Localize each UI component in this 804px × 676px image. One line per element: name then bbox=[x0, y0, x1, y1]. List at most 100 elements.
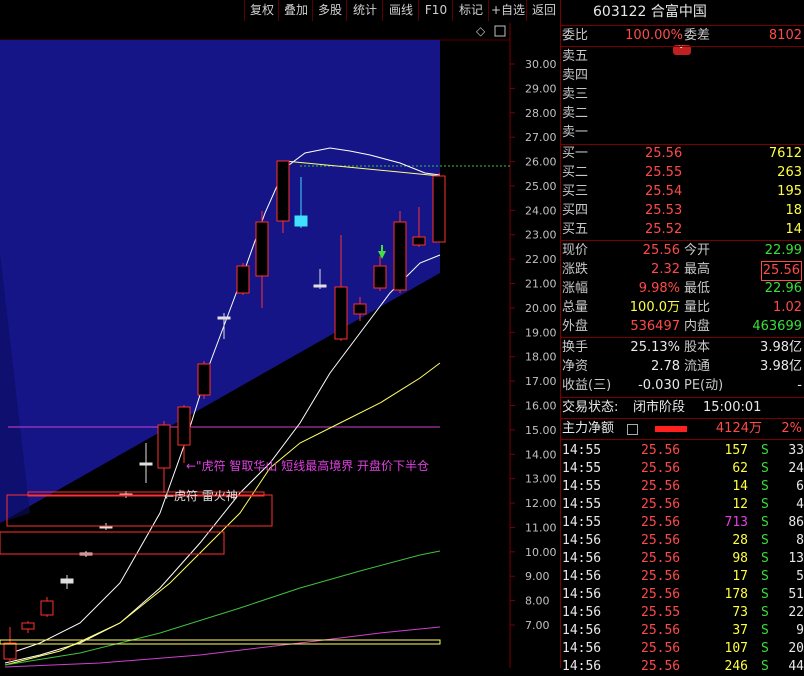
tick-row: 14:56 25.55 73 S 22 bbox=[561, 604, 804, 622]
tick-time: 14:56 bbox=[562, 623, 602, 638]
stock-code: 603122 bbox=[593, 4, 647, 20]
candle-body bbox=[139, 462, 153, 466]
diamond-icon[interactable]: ◇ bbox=[476, 24, 486, 38]
tick-side: S bbox=[761, 551, 769, 566]
toolbar-f10-button[interactable]: F10 bbox=[418, 0, 453, 21]
tick-row: 14:56 25.56 178 S 51 bbox=[561, 586, 804, 604]
buy-label: 买四 bbox=[562, 203, 589, 218]
y-axis-label: 30.00 bbox=[525, 58, 557, 71]
annotation-huofu-1: ←"虎符 智取华山 短线最高境界 开盘价下半仓 bbox=[186, 458, 429, 473]
y-axis-label: 29.00 bbox=[525, 82, 557, 95]
tick-row: 14:56 25.56 107 S 20 bbox=[561, 640, 804, 658]
main-flow-label: 主力净额 bbox=[562, 421, 615, 436]
stat2-row: 换手 25.13% 股本 3.98亿 bbox=[561, 339, 804, 357]
tick-price: 25.56 bbox=[641, 641, 681, 656]
sell-row: 卖四 bbox=[561, 67, 804, 85]
candle-body bbox=[217, 316, 231, 320]
tick-volume: 73 bbox=[732, 605, 748, 620]
toolbar-add-watchlist-button[interactable]: +自选 bbox=[488, 0, 527, 21]
kline-chart[interactable]: 30.00 29.00 28.00 27.00 26.00 25.00 24.00 23.00… bbox=[0, 23, 560, 668]
stat-label: 总量 bbox=[562, 300, 589, 315]
tick-count: 22 bbox=[788, 605, 804, 620]
stat2-label: PE(动) bbox=[684, 378, 724, 393]
sell-row: 卖五 bbox=[561, 48, 804, 66]
tick-volume: 17 bbox=[732, 569, 748, 584]
candle-body bbox=[393, 221, 407, 291]
sell-row: 卖一 bbox=[561, 124, 804, 142]
stat2-value: - bbox=[797, 378, 802, 393]
tick-row: 14:56 25.56 37 S 9 bbox=[561, 622, 804, 640]
toolbar-back-button[interactable]: 返回 bbox=[526, 0, 561, 21]
divider bbox=[561, 46, 804, 47]
tick-volume: 28 bbox=[732, 533, 748, 548]
divider bbox=[561, 439, 804, 440]
toolbar-stats-button[interactable]: 统计 bbox=[346, 0, 383, 21]
toolbar-multistock-button[interactable]: 多股 bbox=[312, 0, 347, 21]
tick-volume: 246 bbox=[724, 659, 748, 674]
candle-body bbox=[353, 303, 367, 315]
stat2-label: 收益(三) bbox=[562, 378, 612, 393]
main-flow-row[interactable]: 主力净额 4124万 2% bbox=[561, 420, 804, 438]
y-axis-label: 25.00 bbox=[525, 180, 557, 193]
stat2-value: 3.98亿 bbox=[760, 340, 802, 355]
list-icon[interactable] bbox=[627, 424, 638, 435]
tick-side: S bbox=[761, 533, 769, 548]
candle-body bbox=[236, 265, 250, 294]
candle-body bbox=[40, 600, 54, 616]
tick-volume: 14 bbox=[732, 479, 748, 494]
tick-row: 14:55 25.56 12 S 4 bbox=[561, 496, 804, 514]
tick-count: 5 bbox=[796, 569, 804, 584]
tick-side: S bbox=[761, 497, 769, 512]
ma-line-5 bbox=[4, 626, 441, 668]
tick-count: 44 bbox=[788, 659, 804, 674]
toolbar-drawline-button[interactable]: 画线 bbox=[382, 0, 419, 21]
y-axis-label: 8.00 bbox=[525, 595, 550, 608]
toolbar-mark-button[interactable]: 标记 bbox=[452, 0, 489, 21]
buy-price: 25.56 bbox=[645, 146, 683, 161]
stat-value: 22.99 bbox=[764, 243, 802, 258]
tick-side: S bbox=[761, 461, 769, 476]
stat-value: 9.98% bbox=[638, 281, 680, 296]
y-axis-label: 28.00 bbox=[525, 107, 557, 120]
y-axis-label: 14.00 bbox=[525, 448, 557, 461]
tick-volume: 178 bbox=[724, 587, 748, 602]
stat-label: 最低 bbox=[684, 281, 711, 296]
tick-time: 14:55 bbox=[562, 479, 602, 494]
candle-body bbox=[432, 175, 446, 243]
window-toggle-icon[interactable] bbox=[494, 25, 506, 37]
buy-vol: 18 bbox=[785, 203, 802, 218]
stat2-label: 换手 bbox=[562, 340, 589, 355]
y-axis-label: 21.00 bbox=[525, 278, 557, 291]
tick-count: 4 bbox=[796, 497, 804, 512]
y-axis-label: 18.00 bbox=[525, 351, 557, 364]
quote-panel: 603122 合富中国 委比 100.00% 委差 8102 ⌄ 卖五卖四卖三卖… bbox=[561, 0, 804, 674]
tick-time: 14:56 bbox=[562, 587, 602, 602]
weicha-label: 委差 bbox=[684, 28, 711, 43]
toolbar-fuquan-button[interactable]: 复权 bbox=[244, 0, 279, 21]
stat-value: 536497 bbox=[630, 319, 680, 334]
tick-side: S bbox=[761, 659, 769, 674]
tick-side: S bbox=[761, 515, 769, 530]
y-axis-label: 15.00 bbox=[525, 424, 557, 437]
tick-count: 9 bbox=[796, 623, 804, 638]
stat-label: 涨幅 bbox=[562, 281, 589, 296]
tick-time: 14:56 bbox=[562, 551, 602, 566]
main-flow-bar bbox=[655, 426, 687, 432]
buy-label: 买五 bbox=[562, 222, 589, 237]
tick-time: 14:56 bbox=[562, 533, 602, 548]
stock-title: 603122 合富中国 bbox=[561, 0, 804, 25]
tick-price: 25.56 bbox=[641, 443, 681, 458]
tick-count: 33 bbox=[788, 443, 804, 458]
tick-side: S bbox=[761, 443, 769, 458]
kline-chart-svg[interactable]: 30.00 29.00 28.00 27.00 26.00 25.00 24.00 23.00… bbox=[0, 23, 560, 668]
tick-side: S bbox=[761, 569, 769, 584]
stat2-value: 3.98亿 bbox=[760, 359, 802, 374]
tick-time: 14:55 bbox=[562, 497, 602, 512]
divider bbox=[561, 240, 804, 241]
stat2-label: 净资 bbox=[562, 359, 589, 374]
tick-price: 25.56 bbox=[641, 587, 681, 602]
buy-row: 买五 25.52 14 bbox=[561, 221, 804, 239]
toolbar-overlay-button[interactable]: 叠加 bbox=[278, 0, 313, 21]
candle-body bbox=[294, 215, 308, 227]
y-axis-labels: 30.00 29.00 28.00 27.00 26.00 25.00 24.00 23.00… bbox=[510, 58, 557, 632]
